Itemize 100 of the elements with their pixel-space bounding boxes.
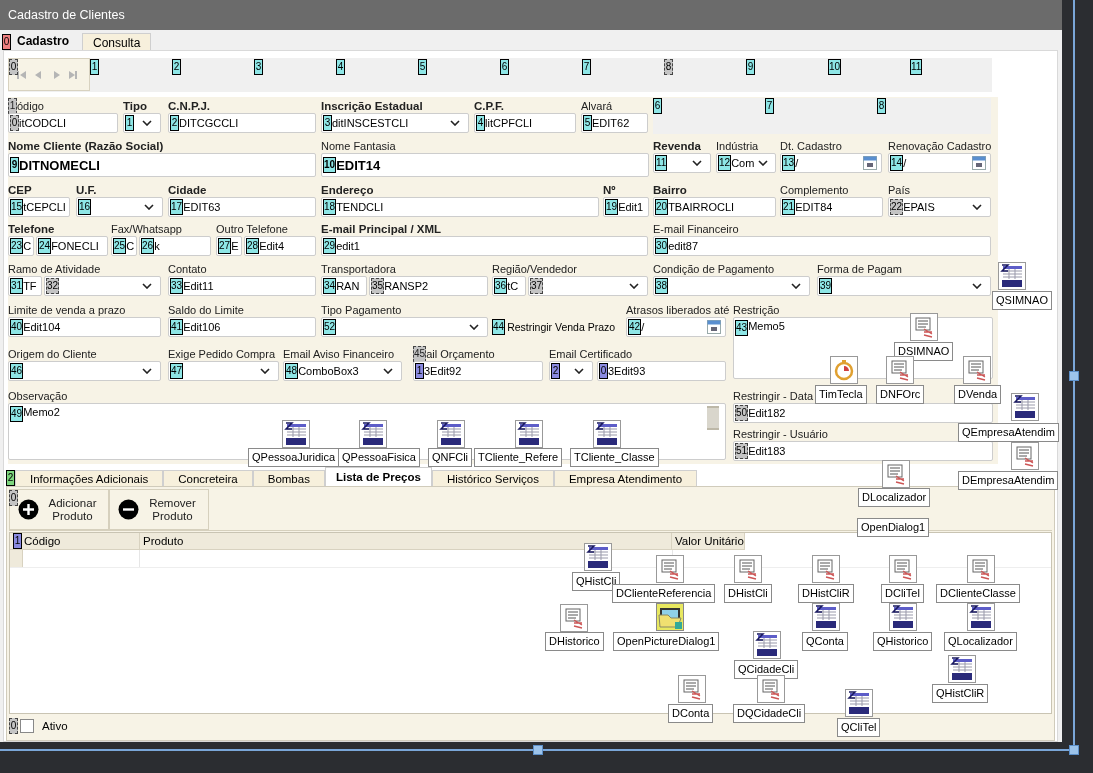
text-field[interactable]: 0itCODCLI xyxy=(8,113,118,133)
database-table-icon[interactable] xyxy=(282,420,310,448)
combo-box[interactable]: 22EPAIS xyxy=(888,197,991,217)
text-field[interactable]: 26k xyxy=(139,236,211,256)
database-table-icon[interactable] xyxy=(593,420,621,448)
combo-box[interactable]: 11 xyxy=(653,153,711,173)
text-field[interactable]: 36tC xyxy=(492,276,526,296)
list-arrows-icon[interactable] xyxy=(963,356,991,384)
text-field[interactable]: 19Edit1 xyxy=(603,197,649,217)
combo-box[interactable]: 12Com xyxy=(716,153,776,173)
text-field[interactable]: 51Edit183 xyxy=(733,441,993,461)
text-field[interactable]: 03Edit93 xyxy=(597,361,726,381)
tab[interactable]: Lista de Preços xyxy=(324,467,432,486)
checkbox[interactable]: 44 Restringir Venda Prazo xyxy=(492,317,616,337)
resize-handle[interactable] xyxy=(533,745,543,755)
date-field[interactable]: 13/ xyxy=(780,153,882,173)
database-table-icon[interactable] xyxy=(437,420,465,448)
column-header[interactable]: 1 Código xyxy=(10,533,140,550)
text-field[interactable]: 33Edit11 xyxy=(168,276,316,296)
list-arrows-icon[interactable] xyxy=(886,356,914,384)
text-field[interactable]: 40Edit104 xyxy=(8,317,161,337)
date-field[interactable]: 14/ xyxy=(888,153,991,173)
tab[interactable]: Consulta xyxy=(82,33,152,50)
combo-box[interactable]: 38 xyxy=(653,276,810,296)
text-field[interactable]: 18TENDCLI xyxy=(321,197,599,217)
database-table-icon[interactable] xyxy=(359,420,387,448)
field-label: C.P.F. xyxy=(474,99,504,113)
checkbox[interactable] xyxy=(20,719,34,733)
combo-box[interactable]: 32 xyxy=(44,276,161,296)
database-table-icon[interactable] xyxy=(1011,393,1039,421)
tab[interactable]: Empresa Atendimento xyxy=(553,470,698,486)
text-field[interactable]: 17EDIT63 xyxy=(168,197,316,217)
list-arrows-icon[interactable] xyxy=(734,555,762,583)
scrollbar-thumb[interactable] xyxy=(707,406,719,430)
folder-picture-icon[interactable] xyxy=(656,603,684,631)
text-field[interactable]: 30edit87 xyxy=(653,236,991,256)
text-field[interactable]: 2 DITCGCCLI xyxy=(168,113,316,133)
combo-box[interactable]: 39 xyxy=(817,276,991,296)
database-table-icon[interactable] xyxy=(812,603,840,631)
tab[interactable]: Bombas xyxy=(252,470,325,486)
text-field[interactable]: 29edit1 xyxy=(321,236,648,256)
database-table-icon[interactable] xyxy=(967,603,995,631)
database-table-icon[interactable] xyxy=(889,603,917,631)
list-arrows-icon[interactable] xyxy=(882,460,910,488)
stopwatch-icon[interactable] xyxy=(830,356,858,384)
combo-box[interactable]: 16 xyxy=(76,197,163,217)
database-table-icon[interactable] xyxy=(998,262,1026,290)
text-field[interactable]: 27E xyxy=(216,236,242,256)
text-field[interactable]: 28Edit4 xyxy=(244,236,316,256)
combo-box[interactable]: 52 xyxy=(321,317,488,337)
text-field[interactable]: 24FONECLI xyxy=(36,236,108,256)
tab[interactable]: Histórico Serviços xyxy=(431,470,554,486)
date-field[interactable]: 42/ xyxy=(626,317,726,337)
combo-box[interactable]: 37 xyxy=(528,276,648,296)
database-table-icon[interactable] xyxy=(515,420,543,448)
remove-button[interactable]: Remover Produto xyxy=(109,489,209,530)
list-arrows-icon[interactable] xyxy=(889,555,917,583)
combo-box[interactable]: 2 xyxy=(549,361,593,381)
list-arrows-icon[interactable] xyxy=(1011,442,1039,470)
database-table-icon[interactable] xyxy=(753,631,781,659)
text-field[interactable]: 4litCPFCLI xyxy=(474,113,576,133)
list-arrows-icon[interactable] xyxy=(678,675,706,703)
text-field[interactable]: 41Edit106 xyxy=(168,317,316,337)
list-arrows-icon[interactable] xyxy=(656,555,684,583)
column-header[interactable]: Produto xyxy=(140,533,672,550)
list-arrows-icon[interactable] xyxy=(812,555,840,583)
tab[interactable]: Concreteira xyxy=(163,470,253,486)
list-arrows-icon[interactable] xyxy=(757,675,785,703)
tab-order-marker: 38 xyxy=(655,278,669,294)
list-arrows-icon[interactable] xyxy=(910,313,938,341)
record-navigator[interactable]: 0 xyxy=(8,58,90,91)
tab-order-marker: 13 xyxy=(782,155,796,171)
field-label: Ramo de Atividade xyxy=(8,262,101,276)
text-field[interactable]: 31TF xyxy=(8,276,42,296)
text-field[interactable]: 13Edit92 xyxy=(413,361,543,381)
text-field[interactable]: 34RAN xyxy=(321,276,367,296)
combo-box[interactable]: 3ditINSCESTCLI xyxy=(321,113,469,133)
resize-handle[interactable] xyxy=(1069,745,1079,755)
text-field[interactable]: 9 DITNOMECLI xyxy=(8,153,316,177)
text-field[interactable]: 20TBAIRROCLI xyxy=(653,197,776,217)
column-header[interactable]: Valor Unitário xyxy=(672,533,745,550)
database-table-icon[interactable] xyxy=(948,655,976,683)
combo-box[interactable]: 47 xyxy=(168,361,279,381)
list-arrows-icon[interactable] xyxy=(967,555,995,583)
list-arrows-icon[interactable] xyxy=(560,604,588,632)
text-field[interactable]: 35RANSP2 xyxy=(369,276,488,296)
text-field[interactable]: 10EDIT14 xyxy=(321,153,649,177)
database-table-icon[interactable] xyxy=(584,543,612,571)
text-field[interactable]: 23C xyxy=(8,236,34,256)
database-table-icon[interactable] xyxy=(845,689,873,717)
text-field[interactable]: 50Edit182 xyxy=(733,403,993,423)
tab[interactable]: Informações Adicionais xyxy=(15,470,164,486)
text-field[interactable]: 5 EDIT62 xyxy=(581,113,648,133)
text-field[interactable]: 25C xyxy=(111,236,137,256)
combo-box[interactable]: 1 xyxy=(123,113,161,133)
text-field[interactable]: 15tCEPCLI xyxy=(8,197,70,217)
combo-box[interactable]: 46 xyxy=(8,361,161,381)
resize-handle[interactable] xyxy=(1069,371,1079,381)
text-field[interactable]: 21EDIT84 xyxy=(780,197,883,217)
combo-box[interactable]: 48ComboBox3 xyxy=(283,361,402,381)
